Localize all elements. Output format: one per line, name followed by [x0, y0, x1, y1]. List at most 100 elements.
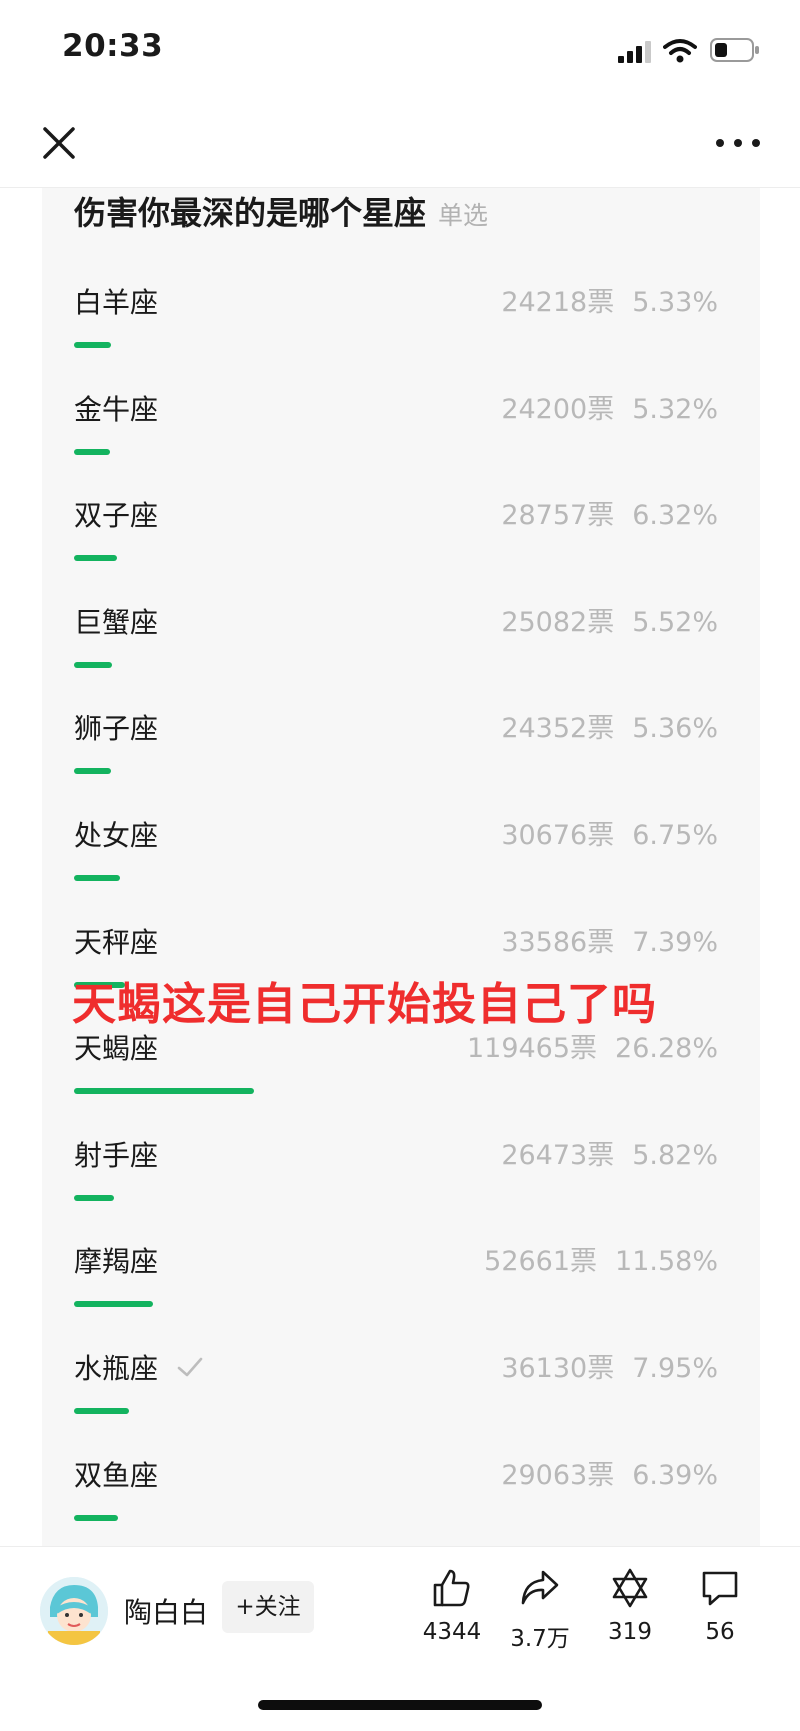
more-options-icon[interactable]	[712, 120, 764, 166]
star-of-david-icon	[612, 1568, 648, 1608]
status-bar: 20:33	[0, 0, 800, 100]
wifi-icon	[663, 39, 697, 63]
poll-option-stats: 24352票 5.36%	[501, 709, 718, 749]
poll-option-label: 白羊座	[74, 286, 159, 319]
poll-option-label: 巨蟹座	[74, 606, 159, 639]
poll-option-label: 射手座	[74, 1139, 159, 1172]
poll-option-bar	[74, 662, 112, 668]
avatar-illustration	[40, 1577, 108, 1645]
poll-option-bar	[74, 1301, 153, 1307]
poll-option-votes: 24200票	[501, 394, 615, 425]
poll-option-stats: 24200票 5.32%	[501, 390, 718, 430]
poll-option[interactable]: 狮子座 24352票 5.36%	[74, 709, 760, 816]
poll-option-percent: 6.32%	[632, 500, 718, 531]
poll-option-votes: 30676票	[501, 820, 615, 851]
share-count: 3.7万	[510, 1626, 570, 1652]
poll-option-percent: 11.58%	[615, 1246, 718, 1277]
poll-option-votes: 24352票	[501, 713, 615, 744]
selected-check-icon	[177, 1357, 203, 1377]
poll-option[interactable]: 天蝎座 119465票 26.28%	[74, 1029, 760, 1136]
poll-option-stats: 33586票 7.39%	[501, 923, 718, 963]
poll-option-percent: 7.39%	[632, 927, 718, 958]
poll-option-votes: 33586票	[501, 927, 615, 958]
like-count: 4344	[422, 1619, 482, 1645]
poll-option-stats: 26473票 5.82%	[501, 1136, 718, 1176]
poll-option-label: 金牛座	[74, 393, 159, 426]
poll-option-stats: 29063票 6.39%	[501, 1456, 718, 1496]
poll-option-votes: 119465票	[466, 1033, 598, 1064]
poll-option-votes: 26473票	[501, 1140, 615, 1171]
share-button[interactable]: 3.7万	[498, 1567, 582, 1667]
poll-option-percent: 5.32%	[632, 394, 718, 425]
poll-option-percent: 5.33%	[632, 287, 718, 318]
like-button[interactable]: 4344	[410, 1567, 494, 1667]
poll-option-bar	[74, 1088, 254, 1094]
poll-header: 伤害你最深的是哪个星座 单选	[74, 188, 754, 238]
poll-option-percent: 5.52%	[632, 607, 718, 638]
follow-button[interactable]: +关注	[222, 1581, 314, 1633]
poll-option-bar	[74, 875, 120, 881]
poll-type-label: 单选	[438, 201, 489, 230]
comment-count: 56	[705, 1619, 735, 1645]
poll-option-bar	[74, 555, 117, 561]
poll-option-stats: 30676票 6.75%	[501, 816, 718, 856]
favorite-count: 319	[608, 1619, 652, 1645]
poll-option-bar	[74, 1195, 114, 1201]
poll-option-percent: 5.82%	[632, 1140, 718, 1171]
comment-button[interactable]: 56	[678, 1567, 762, 1667]
poll-option[interactable]: 金牛座 24200票 5.32%	[74, 390, 760, 497]
poll-option-label: 天秤座	[74, 926, 159, 959]
poll-option[interactable]: 摩羯座 52661票 11.58%	[74, 1242, 760, 1349]
poll-option-votes: 25082票	[501, 607, 615, 638]
poll-option[interactable]: 水瓶座 36130票 7.95%	[74, 1349, 760, 1456]
poll-option[interactable]: 双子座 28757票 6.32%	[74, 496, 760, 603]
poll-option-label: 双子座	[74, 499, 159, 532]
poll-option-percent: 6.75%	[632, 820, 718, 851]
poll-option-votes: 36130票	[501, 1353, 615, 1384]
poll-option-stats: 25082票 5.52%	[501, 603, 718, 643]
poll-option-votes: 29063票	[501, 1460, 615, 1491]
poll-option-label: 摩羯座	[74, 1245, 159, 1278]
poll-option-bar	[74, 449, 110, 455]
poll-option[interactable]: 巨蟹座 25082票 5.52%	[74, 603, 760, 710]
poll-option-percent: 7.95%	[632, 1353, 718, 1384]
poll-card: 伤害你最深的是哪个星座 单选 白羊座 24218票 5.33% 金牛座 24200票 5.3…	[42, 188, 760, 1546]
poll-option-percent: 26.28%	[615, 1033, 718, 1064]
comment-bubble-icon	[702, 1571, 738, 1606]
poll-option-votes: 28757票	[501, 500, 615, 531]
poll-option-label: 双鱼座	[74, 1459, 159, 1492]
close-icon[interactable]	[36, 120, 82, 166]
overlay-caption: 天蝎这是自己开始投自己了吗	[72, 979, 657, 1030]
poll-option-label: 天蝎座	[74, 1032, 159, 1065]
poll-option-votes: 52661票	[484, 1246, 598, 1277]
poll-option-bar	[74, 342, 111, 348]
status-time: 20:33	[62, 28, 164, 64]
thumbs-up-icon	[433, 1569, 470, 1607]
battery-icon	[710, 38, 759, 62]
poll-title: 伤害你最深的是哪个星座	[74, 194, 427, 232]
poll-option[interactable]: 白羊座 24218票 5.33%	[74, 283, 760, 390]
share-arrow-icon	[521, 1570, 559, 1605]
poll-option[interactable]: 处女座 30676票 6.75%	[74, 816, 760, 923]
poll-option[interactable]: 射手座 26473票 5.82%	[74, 1136, 760, 1243]
poll-option-stats: 52661票 11.58%	[484, 1242, 718, 1282]
favorite-button[interactable]: 319	[588, 1567, 672, 1667]
poll-option-stats: 119465票 26.28%	[467, 1029, 718, 1069]
poll-option-percent: 5.36%	[632, 713, 718, 744]
poll-option-label: 水瓶座	[74, 1352, 159, 1385]
poll-option-bar	[74, 1515, 118, 1521]
nav-bar	[0, 100, 800, 188]
poll-option-stats: 36130票 7.95%	[501, 1349, 718, 1389]
home-indicator	[258, 1700, 542, 1710]
poll-option-bar	[74, 768, 111, 774]
poll-option-stats: 24218票 5.33%	[501, 283, 718, 323]
author-name[interactable]: 陶白白	[124, 1591, 208, 1631]
poll-option-bar	[74, 1408, 129, 1414]
poll-option-label: 狮子座	[74, 712, 159, 745]
author-avatar[interactable]	[40, 1577, 108, 1645]
poll-option-stats: 28757票 6.32%	[501, 496, 718, 536]
poll-option-percent: 6.39%	[632, 1460, 718, 1491]
poll-option-votes: 24218票	[501, 287, 615, 318]
poll-option-label: 处女座	[74, 819, 159, 852]
cellular-signal-icon	[618, 41, 651, 63]
